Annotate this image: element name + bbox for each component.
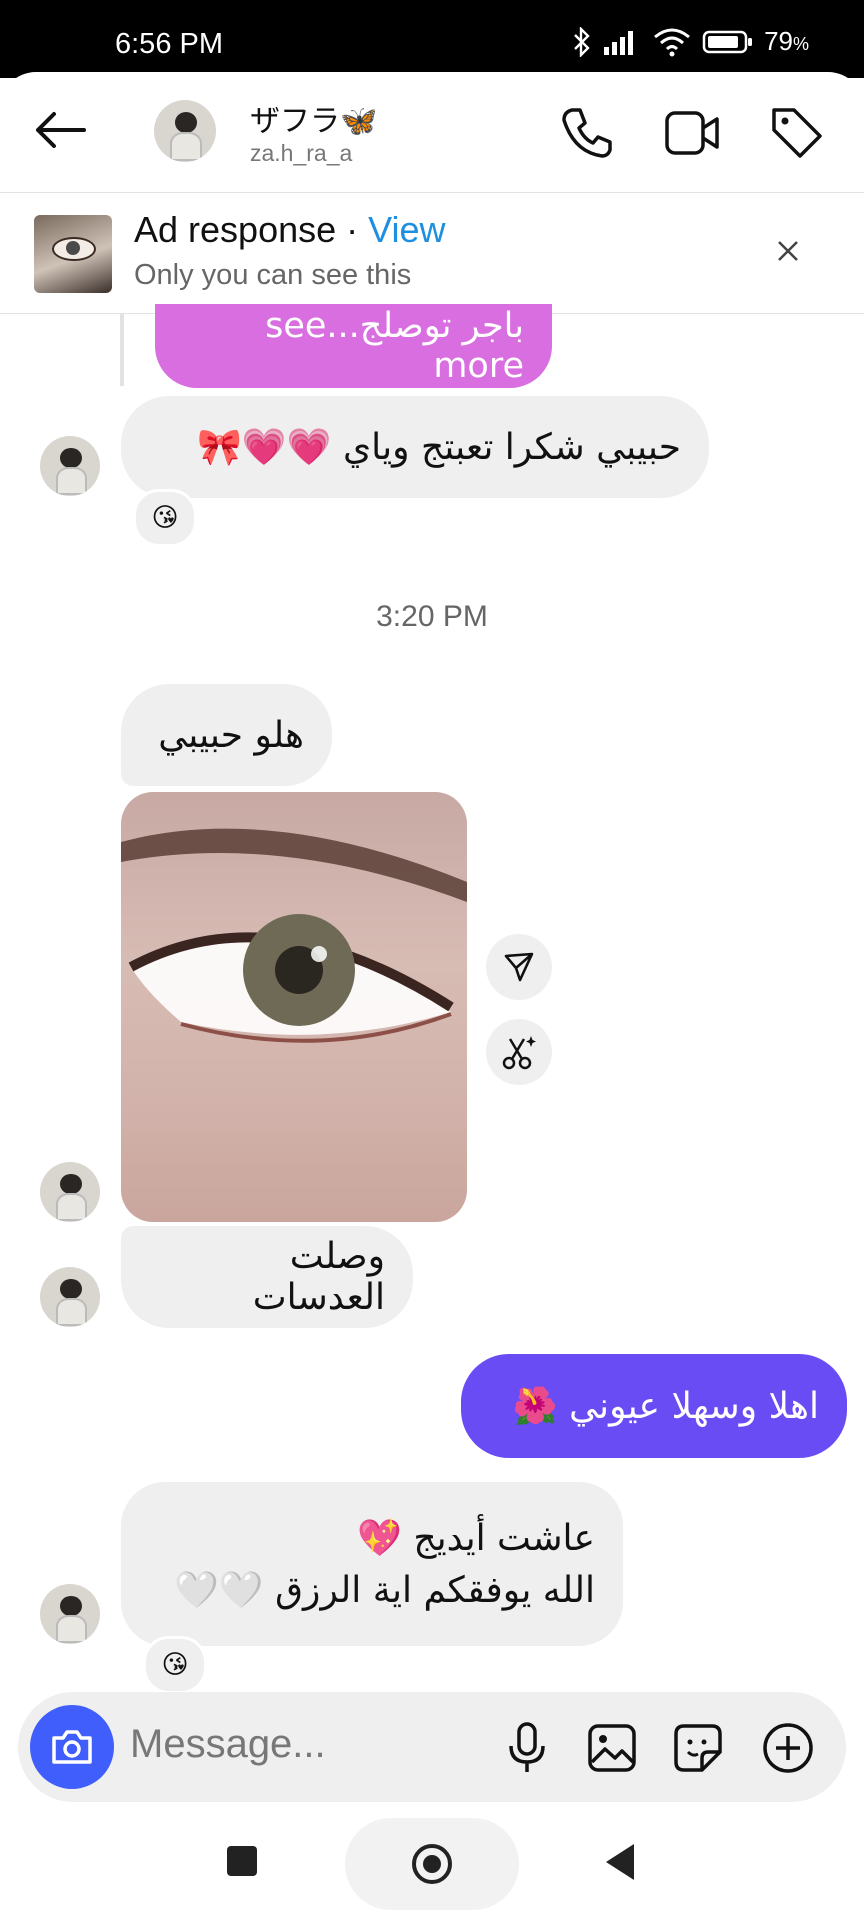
- phone-icon[interactable]: [560, 106, 614, 160]
- contact-handle[interactable]: za.h_ra_a: [250, 140, 352, 167]
- ad-response-banner: Ad response · View Only you can see this: [0, 193, 864, 314]
- plus-icon[interactable]: [762, 1722, 814, 1774]
- gallery-icon[interactable]: [588, 1724, 636, 1772]
- back-arrow-icon[interactable]: [34, 110, 86, 150]
- sender-avatar[interactable]: [40, 436, 100, 496]
- back-nav-icon[interactable]: [604, 1842, 636, 1882]
- system-nav-bar: [0, 1810, 864, 1920]
- bluetooth-icon: [574, 26, 590, 57]
- home-icon: [412, 1844, 452, 1884]
- eye-photo: [121, 828, 467, 1043]
- video-icon[interactable]: [664, 108, 720, 158]
- photo-message[interactable]: [121, 792, 467, 1222]
- contact-avatar[interactable]: [154, 100, 216, 162]
- received-message[interactable]: حبيبي شكرا تعبتج وياي 💗💗🎀: [121, 396, 709, 498]
- message-reaction[interactable]: 😘: [133, 489, 197, 547]
- message-thread: باجر توصلج...see more حبيبي شكرا تعبتج و…: [0, 304, 864, 1694]
- wifi-icon: [654, 28, 691, 56]
- recents-icon[interactable]: [227, 1846, 257, 1876]
- share-button[interactable]: [486, 934, 552, 1000]
- signal-icon: [604, 30, 634, 55]
- ad-subtitle: Only you can see this: [134, 259, 412, 291]
- reply-quote-bar: [120, 314, 124, 386]
- sender-avatar[interactable]: [40, 1584, 100, 1644]
- tag-icon[interactable]: [768, 104, 824, 160]
- camera-icon: [52, 1730, 92, 1764]
- sticker-icon[interactable]: [674, 1724, 722, 1772]
- sender-avatar[interactable]: [40, 1162, 100, 1222]
- ad-thumbnail[interactable]: [34, 215, 112, 293]
- received-message[interactable]: وصلت العدسات: [121, 1226, 413, 1328]
- share-icon: [504, 952, 534, 982]
- message-reaction[interactable]: 😘: [143, 1636, 207, 1694]
- received-message[interactable]: عاشت أيديج 💖 الله يوفقكم اية الرزق 🤍🤍: [121, 1482, 623, 1646]
- battery-icon: [702, 30, 753, 53]
- contact-name[interactable]: ザフラ🦋: [250, 96, 377, 140]
- ai-edit-button[interactable]: [486, 1019, 552, 1085]
- sent-message[interactable]: اهلا وسهلا عيوني 🌺: [461, 1354, 847, 1458]
- message-input[interactable]: Message...: [130, 1722, 326, 1767]
- status-bar: 6:56 PM 79%: [0, 0, 864, 78]
- camera-button[interactable]: [30, 1705, 114, 1789]
- reply-preview-bubble[interactable]: باجر توصلج...see more: [155, 304, 552, 388]
- status-time: 6:56 PM: [115, 28, 223, 60]
- ad-view-link[interactable]: View: [368, 209, 445, 250]
- ad-title: Ad response · View: [134, 209, 446, 250]
- battery-percent: 79%: [764, 26, 809, 56]
- chat-header: ザフラ🦋 za.h_ra_a: [0, 72, 864, 193]
- close-icon[interactable]: [776, 239, 800, 263]
- microphone-icon[interactable]: [506, 1722, 548, 1774]
- time-divider: 3:20 PM: [376, 600, 488, 633]
- status-icons: 79%: [572, 26, 809, 57]
- sender-avatar[interactable]: [40, 1267, 100, 1327]
- home-button[interactable]: [345, 1818, 519, 1910]
- ai-edit-icon: [502, 1036, 536, 1070]
- message-composer: Message...: [18, 1692, 846, 1802]
- received-message[interactable]: هلو حبيبي: [121, 684, 332, 786]
